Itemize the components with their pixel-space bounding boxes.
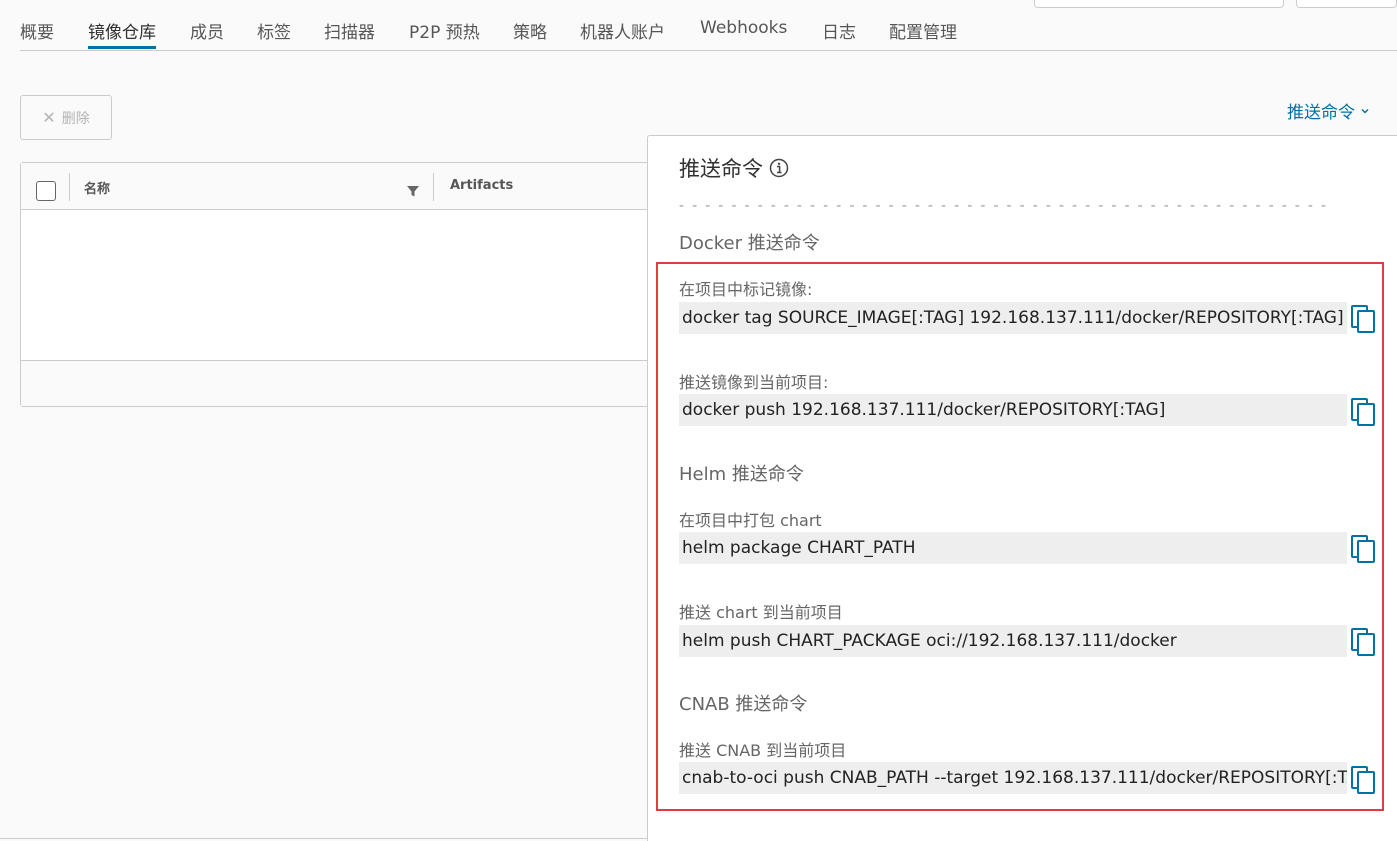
divider [0,838,647,839]
column-separator [69,173,70,201]
helm-section-title: Helm 推送命令 [679,464,804,485]
delete-button-label: 删除 [61,110,90,127]
tab-members[interactable]: 成员 [190,18,224,43]
filter-icon[interactable] [406,184,420,198]
cnab-section-title: CNAB 推送命令 [679,694,808,715]
tab-scanner[interactable]: 扫描器 [324,18,375,43]
push-command-dropdown[interactable]: 推送命令 [1287,98,1371,123]
copy-icon[interactable] [1350,397,1376,427]
project-tabs: 概要 镜像仓库 成员 标签 扫描器 P2P 预热 策略 机器人账户 Webhoo… [20,0,1397,51]
panel-title-text: 推送命令 [679,157,763,181]
tab-summary[interactable]: 概要 [20,18,54,43]
push-command-label: 推送命令 [1287,103,1355,123]
cnab-push-label: 推送 CNAB 到当前项目 [679,741,847,760]
docker-tag-command[interactable]: docker tag SOURCE_IMAGE[:TAG] 192.168.13… [679,302,1347,334]
column-header-name[interactable]: 名称 [84,178,110,197]
chevron-down-icon [1361,108,1369,114]
page: 概要 镜像仓库 成员 标签 扫描器 P2P 预热 策略 机器人账户 Webhoo… [0,0,1397,841]
helm-package-command[interactable]: helm package CHART_PATH [679,532,1347,564]
docker-section-title: Docker 推送命令 [679,233,820,254]
cnab-push-command[interactable]: cnab-to-oci push CNAB_PATH --target 192.… [679,762,1347,794]
tab-configuration[interactable]: 配置管理 [889,18,957,43]
delete-button[interactable]: ✕ 删除 [20,95,112,140]
copy-icon[interactable] [1350,765,1376,795]
tab-p2p-preheat[interactable]: P2P 预热 [409,18,480,43]
tab-webhooks[interactable]: Webhooks [700,18,787,38]
push-command-panel: 推送命令 - - - - - - - - - - - - - - - - - -… [647,135,1397,841]
column-header-artifacts[interactable]: Artifacts [450,178,513,193]
tab-logs[interactable]: 日志 [822,18,856,43]
copy-icon[interactable] [1350,534,1376,564]
tab-policy[interactable]: 策略 [513,18,547,43]
tab-robot-accounts[interactable]: 机器人账户 [580,18,665,43]
tab-labels[interactable]: 标签 [257,18,291,43]
datagrid-header: 名称 Artifacts [21,163,679,210]
panel-title: 推送命令 [679,153,789,183]
helm-push-command[interactable]: helm push CHART_PACKAGE oci://192.168.13… [679,625,1347,657]
info-icon[interactable] [769,158,789,178]
docker-push-command[interactable]: docker push 192.168.137.111/docker/REPOS… [679,394,1347,426]
close-icon: ✕ [42,107,56,127]
docker-push-label: 推送镜像到当前项目: [679,373,829,392]
repository-datagrid: 名称 Artifacts [20,162,680,407]
tab-repositories[interactable]: 镜像仓库 [88,18,156,49]
copy-icon[interactable] [1350,304,1376,334]
datagrid-footer [21,360,679,406]
select-all-checkbox[interactable] [36,181,56,201]
copy-icon[interactable] [1350,627,1376,657]
column-separator [433,173,434,201]
docker-tag-label: 在项目中标记镜像: [679,280,813,299]
divider: - - - - - - - - - - - - - - - - - - - - … [679,198,1328,214]
helm-package-label: 在项目中打包 chart [679,511,822,530]
helm-push-label: 推送 chart 到当前项目 [679,603,843,622]
